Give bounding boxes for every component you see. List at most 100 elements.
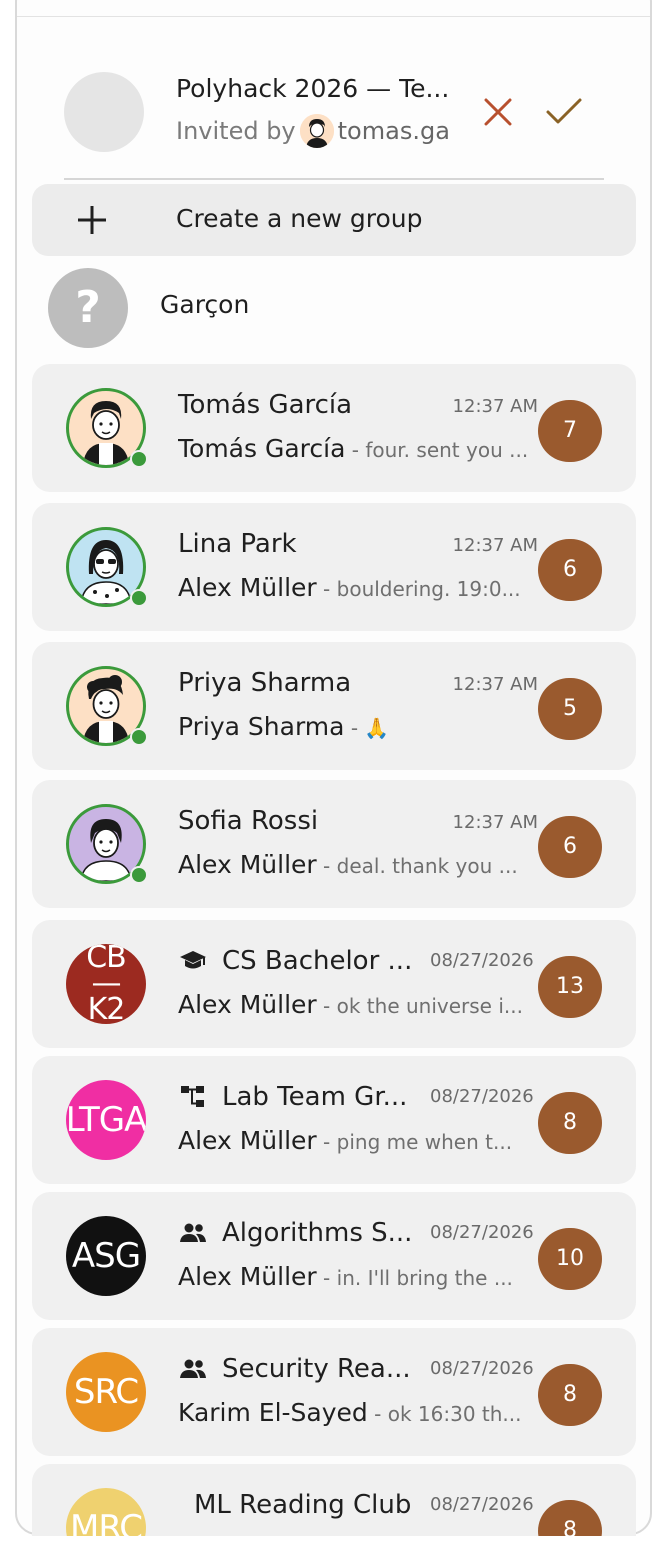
chat-preview: Alex Müller - bouldering. 19:0... [178, 573, 542, 602]
preview-message: - bouldering. 19:0... [316, 577, 521, 601]
close-icon [484, 98, 512, 126]
group-icon [180, 1223, 206, 1242]
chat-time: 12:37 AM [452, 396, 538, 417]
preview-sender: Alex Müller [178, 1262, 317, 1291]
group-initials-avatar: ASG [66, 1216, 146, 1296]
chat-time: 08/27/2026 [430, 1086, 534, 1107]
chat-name-row: Algorithms S... [178, 1218, 412, 1248]
group-initials-avatar: CB — K2 [66, 944, 146, 1024]
preview-message: - ok the universe i... [316, 994, 523, 1018]
avatar [66, 804, 148, 884]
invited-by-label: Invited by [176, 117, 296, 145]
chat-time: 08/27/2026 [430, 1494, 534, 1515]
chat-item-tomas-garcia[interactable]: Tomás García 12:37 AM Tomás García - fou… [32, 364, 636, 492]
chat-name: Lab Team Gr... [222, 1082, 408, 1112]
chat-time: 08/27/2026 [430, 1358, 534, 1379]
chat-name: CS Bachelor ... [222, 946, 413, 976]
assistant-chat-garcon[interactable]: ? Garçon [32, 266, 636, 350]
preview-message: - 🙏 [344, 716, 390, 740]
inviter-avatar [299, 114, 334, 148]
chat-name: Priya Sharma [178, 668, 352, 698]
preview-sender: Karim El-Sayed [178, 1398, 368, 1427]
unread-badge: 5 [538, 678, 602, 740]
chat-item-security-reading[interactable]: SRC Security Rea... 08/27/2026 Karim El-… [32, 1328, 636, 1456]
chat-item-lina-park[interactable]: Lina Park 12:37 AM Alex Müller - boulder… [32, 503, 636, 631]
chat-preview: Karim El-Sayed - ok 16:30 th... [178, 1398, 542, 1427]
unread-badge: 8 [538, 1500, 602, 1536]
unread-badge: 6 [538, 539, 602, 601]
chat-time: 08/27/2026 [430, 1222, 534, 1243]
preview-sender: Alex Müller [178, 990, 317, 1019]
chat-name-row: Lab Team Gr... [178, 1082, 407, 1112]
chat-name: Tomás García [178, 390, 353, 420]
preview-message: - in. I'll bring the ... [316, 1266, 513, 1290]
chat-name: ML Reading Club [194, 1490, 412, 1520]
group-initials-avatar: MRC [66, 1488, 146, 1536]
preview-sender: Priya Sharma [178, 712, 345, 741]
chat-name-row: Security Rea... [178, 1354, 411, 1384]
chat-item-algorithms[interactable]: ASG Algorithms S... 08/27/2026 Alex Müll… [32, 1192, 636, 1320]
preview-sender: Tomás García [178, 434, 346, 463]
chat-name: Garçon [160, 290, 250, 319]
preview-message: - four. sent you ... [345, 438, 529, 462]
unknown-avatar-icon: ? [48, 268, 128, 348]
chat-name: Lina Park [178, 529, 297, 559]
chat-name: Sofia Rossi [178, 806, 319, 836]
group-initials-avatar: LTGA [66, 1080, 146, 1160]
avatar [66, 666, 148, 746]
divider [64, 178, 604, 180]
avatar [66, 388, 148, 468]
group-icon [180, 1359, 206, 1378]
preview-sender: Alex Müller [178, 573, 317, 602]
create-group-label: Create a new group [176, 204, 423, 233]
chat-name: Security Rea... [222, 1354, 411, 1384]
avatar: CB — K2 [66, 944, 146, 1024]
chat-item-lab-team[interactable]: LTGA Lab Team Gr... 08/27/2026 Alex Müll… [32, 1056, 636, 1184]
inviter-name[interactable]: tomas.ga [338, 117, 450, 145]
preview-sender: Alex Müller [178, 850, 317, 879]
chat-item-cs-bachelor[interactable]: CB — K2 CS Bachelor ... 08/27/2026 Alex … [32, 920, 636, 1048]
org-chart-icon [181, 1086, 204, 1107]
avatar: MRC [66, 1488, 146, 1536]
avatar: LTGA [66, 1080, 146, 1160]
invite-subtitle: Invited by tomas.ga [176, 114, 454, 148]
check-icon [546, 98, 582, 124]
chat-item-priya-sharma[interactable]: Priya Sharma 12:37 AM Priya Sharma - 🙏 5 [32, 642, 636, 770]
chat-item-sofia-rossi[interactable]: Sofia Rossi 12:37 AM Alex Müller - deal.… [32, 780, 636, 908]
preview-message: - ping me when t... [316, 1130, 513, 1154]
group-invite: Polyhack 2026 — Te... Invited by tomas.g… [0, 0, 668, 180]
online-status-dot [130, 450, 148, 468]
create-group-button[interactable]: Create a new group [32, 184, 636, 256]
unread-badge: 8 [538, 1092, 602, 1154]
chat-name: Algorithms S... [222, 1218, 413, 1248]
chat-time: 12:37 AM [452, 535, 538, 556]
chat-item-ml-reading-club[interactable]: MRC ML Reading Club 08/27/2026 8 [32, 1464, 636, 1536]
unread-badge: 13 [538, 956, 602, 1018]
group-avatar-placeholder [64, 72, 144, 152]
preview-sender: Alex Müller [178, 1126, 317, 1155]
chat-preview: Tomás García - four. sent you ... [178, 434, 542, 463]
plus-icon [78, 206, 106, 234]
chat-preview: Alex Müller - ping me when t... [178, 1126, 542, 1155]
unread-badge: 6 [538, 816, 602, 878]
preview-message: - ok 16:30 th... [367, 1402, 522, 1426]
avatar [66, 527, 148, 607]
invite-group-title: Polyhack 2026 — Te... [176, 74, 450, 103]
chat-preview: Priya Sharma - 🙏 [178, 712, 542, 741]
chat-name-row: CS Bachelor ... [178, 946, 412, 976]
group-initials-avatar: SRC [66, 1352, 146, 1432]
chat-preview: Alex Müller - in. I'll bring the ... [178, 1262, 542, 1291]
avatar: ASG [66, 1216, 146, 1296]
preview-message: - deal. thank you ... [316, 854, 518, 878]
chat-time: 12:37 AM [452, 674, 538, 695]
unread-badge: 8 [538, 1364, 602, 1426]
chat-time: 08/27/2026 [430, 950, 534, 971]
online-status-dot [130, 589, 148, 607]
accept-invite-button[interactable] [542, 92, 586, 132]
online-status-dot [130, 866, 148, 884]
chat-preview: Alex Müller - ok the universe i... [178, 990, 542, 1019]
chat-time: 12:37 AM [452, 812, 538, 833]
decline-invite-button[interactable] [478, 92, 518, 132]
unread-badge: 10 [538, 1228, 602, 1290]
unread-badge: 7 [538, 400, 602, 462]
